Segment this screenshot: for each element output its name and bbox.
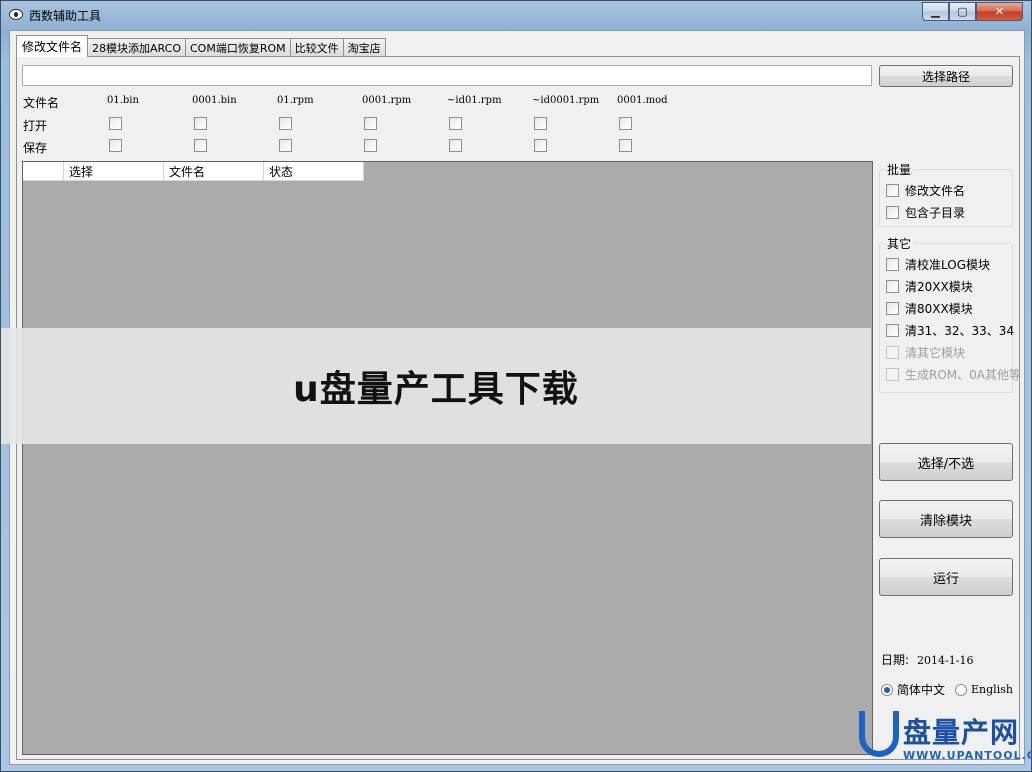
other-group-title: 其它: [885, 235, 914, 252]
file-grid[interactable]: 选择 文件名 状态: [22, 161, 873, 755]
open-checkbox-0001-mod[interactable]: [619, 117, 632, 130]
open-checkbox-01-bin[interactable]: [109, 117, 122, 130]
date-label: 日期:: [881, 653, 910, 667]
option-label: 包含子目录: [905, 206, 966, 220]
radio-english-label: English: [971, 683, 1013, 696]
radio-english[interactable]: [955, 683, 968, 696]
checkbox[interactable]: [886, 184, 899, 197]
other-group: 其它 清校准LOG模块 清20XX模块 清80XX模块 清31、32、33、34: [879, 235, 1021, 393]
batch-group: 批量 修改文件名 包含子目录: [879, 161, 1013, 227]
radio-chinese[interactable]: [881, 683, 893, 696]
option-label: 清20XX模块: [905, 280, 973, 294]
checkbox[interactable]: [886, 302, 899, 315]
open-checkbox-id01-rpm[interactable]: [449, 117, 462, 130]
save-checkbox-id0001-rpm[interactable]: [534, 139, 547, 152]
file-label-01-rpm: 01.rpm: [277, 95, 314, 106]
file-label-0001-mod: 0001.mod: [617, 95, 668, 106]
overlay-banner: u盘量产工具下载: [1, 328, 871, 444]
open-row-label: 打开: [23, 119, 48, 133]
option-label: 清其它模块: [905, 346, 966, 360]
watermark-logo: 盘量产网 WWW.UPANTOOL.COM: [857, 709, 1032, 765]
option-label: 修改文件名: [905, 184, 966, 198]
radio-chinese-label: 简体中文: [897, 683, 946, 697]
checkbox[interactable]: [886, 206, 899, 219]
tab-rename-files[interactable]: 修改文件名: [16, 35, 89, 57]
minimize-icon: ▁: [931, 5, 940, 18]
maximize-button[interactable]: ▢: [949, 2, 976, 21]
tab-taobao-shop[interactable]: 淘宝店: [342, 38, 386, 57]
watermark-brand: 盘量产网: [903, 716, 1020, 749]
tab-com-restore-rom[interactable]: COM端口恢复ROM: [184, 38, 291, 57]
option-label: 清校准LOG模块: [905, 258, 991, 272]
option-clear-20xx-module[interactable]: 清20XX模块: [886, 278, 973, 295]
maximize-icon: ▢: [957, 5, 968, 18]
tab-compare-files[interactable]: 比较文件: [289, 38, 344, 57]
grid-header: 选择 文件名 状态: [23, 162, 364, 181]
checkbox: [886, 346, 899, 359]
u-logo-icon: [859, 711, 899, 757]
grid-column-filename[interactable]: 文件名: [164, 162, 264, 181]
option-label: 清31、32、33、34: [905, 324, 1015, 338]
open-checkbox-0001-rpm[interactable]: [364, 117, 377, 130]
save-checkbox-01-rpm[interactable]: [279, 139, 292, 152]
watermark-url: WWW.UPANTOOL.COM: [903, 749, 1032, 762]
open-checkbox-id0001-rpm[interactable]: [534, 117, 547, 130]
save-row-label: 保存: [23, 141, 48, 155]
close-button[interactable]: ✕: [976, 2, 1023, 21]
tab-strip: 修改文件名 28模块添加ARCO COM端口恢复ROM 比较文件 淘宝店: [16, 35, 386, 57]
app-window: 西数辅助工具 ▁ ▢ ✕ 修改文件名 28模块添加ARCO COM端口恢复ROM…: [0, 0, 1032, 772]
date-row: 日期: 2014-1-16: [881, 651, 973, 668]
file-label-0001-rpm: 0001.rpm: [362, 95, 412, 106]
option-clear-other-modules: 清其它模块: [886, 344, 965, 361]
minimize-button[interactable]: ▁: [922, 2, 949, 21]
path-input[interactable]: [22, 65, 872, 86]
date-value: 2014-1-16: [917, 654, 974, 667]
overlay-caption: u盘量产工具下载: [293, 369, 579, 410]
save-checkbox-0001-rpm[interactable]: [364, 139, 377, 152]
run-button[interactable]: 运行: [879, 558, 1013, 596]
select-path-button[interactable]: 选择路径: [879, 65, 1013, 87]
grid-column-select[interactable]: 选择: [64, 162, 164, 181]
file-label-0001-bin: 0001.bin: [192, 95, 237, 106]
language-selector: 简体中文 English: [881, 681, 1013, 698]
batch-group-title: 批量: [885, 161, 914, 178]
app-eye-icon: [9, 9, 23, 20]
option-batch-rename[interactable]: 修改文件名: [886, 182, 965, 199]
checkbox[interactable]: [886, 280, 899, 293]
grid-column-status[interactable]: 状态: [264, 162, 364, 181]
option-clear-80xx-module[interactable]: 清80XX模块: [886, 300, 973, 317]
select-toggle-button[interactable]: 选择/不选: [879, 443, 1013, 481]
grid-row-header-corner: [23, 162, 64, 181]
file-label-id0001-rpm: ~id0001.rpm: [532, 95, 600, 106]
title-bar[interactable]: 西数辅助工具 ▁ ▢ ✕: [1, 1, 1031, 29]
window-title: 西数辅助工具: [29, 9, 102, 23]
option-include-subdirs[interactable]: 包含子目录: [886, 204, 965, 221]
checkbox: [886, 368, 899, 381]
file-label-id01-rpm: ~id01.rpm: [447, 95, 502, 106]
option-label: 清80XX模块: [905, 302, 973, 316]
option-clear-31-34[interactable]: 清31、32、33、34: [886, 322, 1014, 339]
clear-modules-button[interactable]: 清除模块: [879, 500, 1013, 538]
save-checkbox-0001-mod[interactable]: [619, 139, 632, 152]
save-checkbox-0001-bin[interactable]: [194, 139, 207, 152]
tab-add-arco[interactable]: 28模块添加ARCO: [87, 38, 186, 57]
file-label-01-bin: 01.bin: [107, 95, 139, 106]
save-checkbox-id01-rpm[interactable]: [449, 139, 462, 152]
open-checkbox-0001-bin[interactable]: [194, 117, 207, 130]
close-icon: ✕: [994, 5, 1005, 18]
window-controls: ▁ ▢ ✕: [922, 2, 1023, 21]
option-generate-rom: 生成ROM、0A其他等: [886, 366, 1021, 383]
open-checkbox-01-rpm[interactable]: [279, 117, 292, 130]
save-checkbox-01-bin[interactable]: [109, 139, 122, 152]
option-clear-log-module[interactable]: 清校准LOG模块: [886, 256, 990, 273]
checkbox[interactable]: [886, 324, 899, 337]
file-name-label: 文件名: [23, 96, 60, 110]
option-label: 生成ROM、0A其他等: [905, 368, 1021, 382]
checkbox[interactable]: [886, 258, 899, 271]
